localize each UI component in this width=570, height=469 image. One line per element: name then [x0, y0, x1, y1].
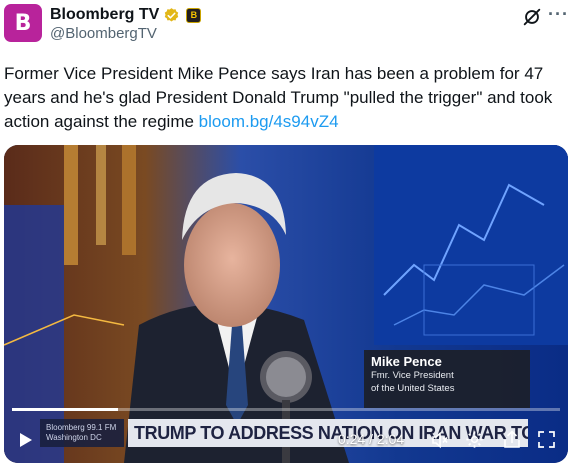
- station-line-1: Bloomberg 99.1 FM: [46, 423, 117, 432]
- lower-third-title-1: Fmr. Vice President: [371, 370, 454, 381]
- share-icon[interactable]: [503, 430, 521, 449]
- author-handle[interactable]: @BloombergTV: [50, 25, 157, 42]
- grok-icon[interactable]: [521, 6, 543, 28]
- tweet-link[interactable]: bloom.bg/4s94vZ4: [199, 112, 339, 131]
- video-frame: [4, 145, 568, 463]
- lower-third: Mike Pence Fmr. Vice President of the Un…: [364, 350, 530, 408]
- volume-icon[interactable]: [431, 431, 449, 449]
- fullscreen-icon[interactable]: [538, 431, 555, 448]
- station-bug: Bloomberg 99.1 FM Washington DC: [40, 419, 124, 447]
- progress-fill: [12, 408, 119, 411]
- more-icon[interactable]: ···: [548, 4, 569, 25]
- avatar[interactable]: B: [4, 4, 42, 42]
- settings-gear-icon[interactable]: [465, 430, 484, 449]
- time-display: 0:24 / 2:04: [338, 431, 405, 447]
- lower-third-name: Mike Pence: [371, 354, 442, 369]
- progress-bar[interactable]: [12, 408, 560, 411]
- affiliate-badge-letter: B: [190, 10, 198, 20]
- avatar-letter: B: [14, 10, 32, 36]
- display-name[interactable]: Bloomberg TV: [50, 6, 159, 24]
- tweet-text: Former Vice President Mike Pence says Ir…: [4, 62, 566, 134]
- video-player[interactable]: Mike Pence Fmr. Vice President of the Un…: [4, 145, 568, 463]
- lower-third-title-2: of the United States: [371, 382, 455, 394]
- author-name-row: Bloomberg TV B: [50, 5, 202, 25]
- affiliate-badge: B: [186, 7, 202, 23]
- verified-gold-badge-icon: [165, 7, 179, 22]
- play-icon[interactable]: [19, 432, 33, 448]
- station-line-2: Washington DC: [46, 433, 102, 442]
